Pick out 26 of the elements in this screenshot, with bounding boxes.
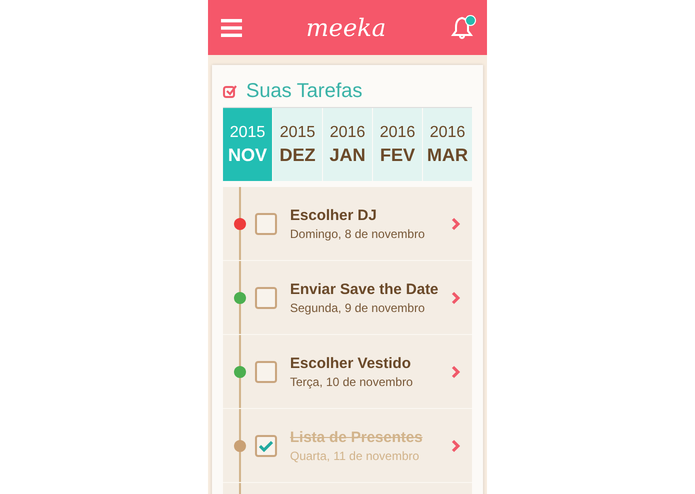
app-logo: meeka [306, 14, 386, 42]
notification-bell-icon[interactable] [450, 16, 474, 40]
month-tab[interactable]: 2016 FEV [373, 108, 422, 181]
task-title: Escolher DJ [290, 206, 378, 224]
task-date: Quarta, 11 de novembro [290, 448, 420, 462]
task-checkbox[interactable] [255, 212, 277, 234]
month-tab[interactable]: 2016 JAN [323, 108, 372, 181]
chevron-right-icon[interactable] [451, 364, 460, 378]
menu-icon[interactable] [221, 18, 242, 36]
chevron-right-icon[interactable] [451, 438, 460, 452]
chevron-right-icon[interactable] [451, 290, 460, 304]
section-title: Suas Tarefas [246, 80, 362, 102]
task-title: Enviar Save the Date [290, 280, 440, 298]
task-date: Domingo, 8 de novembro [290, 226, 426, 240]
task-date: Terça, 10 de novembro [290, 374, 414, 388]
task-title: Lista de Presentes [290, 428, 424, 446]
checkmark-icon [259, 440, 273, 452]
task-title: Escolher Vestido [290, 354, 412, 372]
month-tab[interactable]: 2015 DEZ [273, 108, 322, 181]
task-checkbox[interactable] [255, 360, 277, 382]
task-checkbox[interactable] [255, 434, 277, 456]
checkbox-checked-icon [223, 84, 237, 98]
task-checkbox[interactable] [255, 286, 277, 308]
task-date: Segunda, 9 de novembro [290, 300, 426, 314]
month-tab[interactable]: 2016 MAR [423, 108, 472, 181]
chevron-right-icon[interactable] [451, 216, 460, 230]
